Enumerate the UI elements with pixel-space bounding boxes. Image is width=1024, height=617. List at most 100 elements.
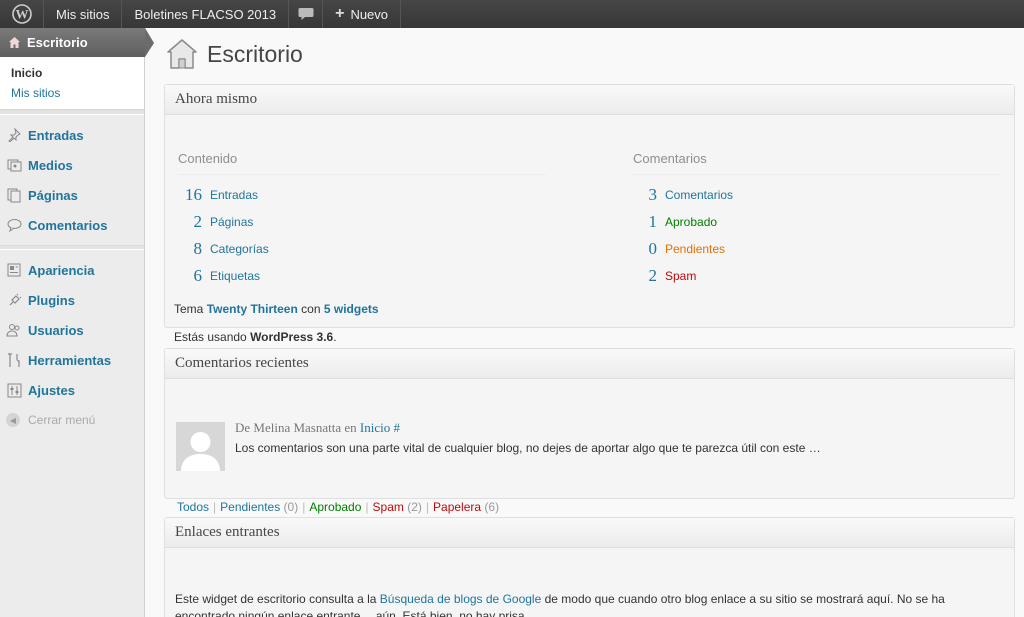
sidebar-item-label: Apariencia: [28, 262, 95, 278]
admin-bar: W Mis sitios Boletines FLACSO 2013 + Nue…: [0, 0, 1024, 28]
filter-all-link[interactable]: Todos: [177, 500, 209, 514]
plugin-icon: [6, 292, 22, 308]
widgets-link[interactable]: 5 widgets: [324, 302, 379, 316]
count-link[interactable]: 16: [178, 185, 202, 205]
incoming-links-text: Este widget de escritorio consulta a la …: [175, 591, 995, 617]
house-icon: [167, 39, 197, 69]
content-row-entradas: 16 Entradas: [178, 181, 546, 208]
label-link[interactable]: Páginas: [210, 215, 253, 229]
sidebar-item-apariencia[interactable]: Apariencia: [0, 255, 144, 285]
recent-comments-widget: Comentarios recientes De Melina Masnatta…: [164, 348, 1015, 514]
version-prefix: Estás usando: [174, 330, 247, 344]
comments-row-approved: 1 Aprobado: [633, 208, 1001, 235]
sidebar-item-plugins[interactable]: Plugins: [0, 285, 144, 315]
theme-with: con: [301, 302, 321, 316]
comment-excerpt: Los comentarios son una parte vital de c…: [235, 441, 821, 455]
sidebar-item-ajustes[interactable]: Ajustes: [0, 375, 144, 405]
label-link[interactable]: Categorías: [210, 242, 269, 256]
count-link[interactable]: 8: [178, 239, 203, 259]
menu-separator: [0, 110, 144, 115]
count-link[interactable]: 0: [633, 239, 658, 259]
count-link[interactable]: 2: [178, 212, 203, 232]
widget-title[interactable]: Ahora mismo: [165, 85, 1014, 115]
comment-meta: De Melina Masnatta en Inicio #: [235, 420, 400, 436]
theme-info: Tema Twenty Thirteen con 5 widgets: [174, 302, 379, 316]
svg-text:W: W: [15, 7, 28, 22]
collapse-arrow-icon: ◀: [6, 413, 20, 427]
label-link[interactable]: Entradas: [210, 188, 258, 202]
theme-link[interactable]: Twenty Thirteen: [207, 302, 298, 316]
tools-icon: [6, 352, 22, 368]
version-value: WordPress 3.6: [250, 330, 334, 344]
submenu-item-inicio[interactable]: Inicio: [0, 63, 144, 83]
count-link[interactable]: 3: [633, 185, 658, 205]
version-info: Estás usando WordPress 3.6.: [174, 330, 337, 344]
sidebar-item-usuarios[interactable]: Usuarios: [0, 315, 144, 345]
comment-author: De Melina Masnatta en: [235, 420, 357, 435]
sidebar-item-dashboard[interactable]: Escritorio: [0, 28, 154, 57]
sidebar-item-label: Medios: [28, 157, 73, 173]
comments-icon: [6, 217, 22, 233]
widget-title[interactable]: Comentarios recientes: [165, 349, 1014, 379]
media-icon: [6, 157, 22, 173]
collapse-menu-label: Cerrar menú: [28, 413, 96, 427]
column-heading: Comentarios: [633, 151, 1001, 175]
sidebar-item-comentarios[interactable]: Comentarios: [0, 210, 144, 240]
content-row-categorias: 8 Categorías: [178, 235, 546, 262]
new-content-label: Nuevo: [350, 6, 389, 22]
count-link[interactable]: 1: [633, 212, 658, 232]
new-content-button[interactable]: + Nuevo: [323, 0, 402, 28]
home-icon: [7, 36, 21, 50]
content-row-paginas: 2 Páginas: [178, 208, 546, 235]
version-suffix: .: [333, 330, 337, 344]
trash-count: (6): [484, 500, 500, 514]
label-link[interactable]: Comentarios: [665, 188, 733, 202]
comments-row-total: 3 Comentarios: [633, 181, 1001, 208]
pages-icon: [6, 187, 22, 203]
filter-approved-link[interactable]: Aprobado: [309, 500, 361, 514]
column-heading: Contenido: [178, 151, 546, 175]
separator: |: [213, 500, 217, 514]
label-link[interactable]: Pendientes: [665, 242, 725, 256]
page-title: Escritorio: [207, 40, 303, 67]
filter-pending-link[interactable]: Pendientes: [220, 500, 280, 514]
sidebar-item-entradas[interactable]: Entradas: [0, 120, 144, 150]
collapse-menu-button[interactable]: ◀ Cerrar menú: [0, 405, 144, 435]
label-link[interactable]: Etiquetas: [210, 269, 260, 283]
wordpress-logo-icon[interactable]: W: [0, 0, 44, 28]
content-row-etiquetas: 6 Etiquetas: [178, 262, 546, 289]
label-link[interactable]: Spam: [665, 269, 696, 283]
comments-column: Comentarios 3 Comentarios 1 Aprobado 0 P…: [633, 151, 1001, 289]
speech-bubble-icon[interactable]: [289, 0, 324, 28]
sidebar-item-paginas[interactable]: Páginas: [0, 180, 144, 210]
sidebar-item-label: Herramientas: [28, 352, 112, 368]
sidebar-item-label: Entradas: [28, 127, 84, 143]
users-icon: [6, 322, 22, 338]
filter-trash-link[interactable]: Papelera: [433, 500, 481, 514]
separator: |: [302, 500, 306, 514]
sidebar-item-medios[interactable]: Medios: [0, 150, 144, 180]
pushpin-icon: [6, 127, 22, 143]
comment-post-link[interactable]: Inicio: [360, 420, 390, 435]
comment-permalink[interactable]: #: [393, 420, 400, 435]
spam-count: (2): [407, 500, 422, 514]
site-name-link[interactable]: Boletines FLACSO 2013: [122, 0, 290, 28]
sidebar-item-label: Ajustes: [28, 382, 75, 398]
dashboard-submenu: Inicio Mis sitios: [0, 57, 144, 110]
submenu-item-mis-sitios[interactable]: Mis sitios: [0, 83, 144, 103]
comment-filter-links: Todos | Pendientes (0) | Aprobado | Spam (2) | P…: [177, 500, 499, 514]
menu-separator: [0, 245, 144, 250]
right-now-widget: Ahora mismo Contenido 16 Entradas 2 Pági…: [164, 84, 1015, 344]
count-link[interactable]: 2: [633, 266, 658, 286]
label-link[interactable]: Aprobado: [665, 215, 717, 229]
filter-spam-link[interactable]: Spam: [373, 500, 404, 514]
google-blog-search-link[interactable]: Búsqueda de blogs de Google: [380, 592, 541, 606]
widget-title[interactable]: Enlaces entrantes: [165, 518, 1014, 548]
count-link[interactable]: 6: [178, 266, 203, 286]
sidebar-item-herramientas[interactable]: Herramientas: [0, 345, 144, 375]
my-sites-link[interactable]: Mis sitios: [44, 0, 123, 28]
settings-icon: [6, 382, 22, 398]
content-column: Contenido 16 Entradas 2 Páginas 8 Catego…: [178, 151, 546, 289]
comments-row-pending: 0 Pendientes: [633, 235, 1001, 262]
text-before: Este widget de escritorio consulta a la: [175, 592, 377, 606]
